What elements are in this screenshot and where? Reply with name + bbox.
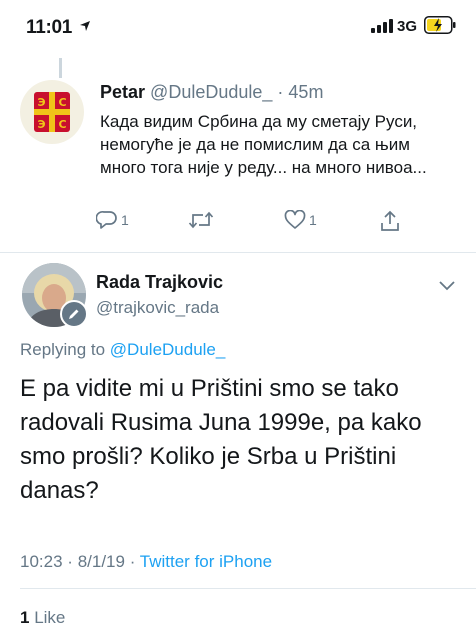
parent-tweet-text: Када видим Србина да му сметају Руси, не… [100,112,427,177]
pencil-icon [69,309,79,319]
svg-text:С: С [58,118,66,131]
status-bar: 11:01 3G [0,0,476,50]
svg-text:С: С [58,96,66,109]
reply-icon [96,210,117,229]
battery-charging-icon [424,16,456,34]
main-tweet-text: E pa vidite mi u Prištini smo se tako ra… [20,375,422,504]
share-icon [381,210,399,231]
author-name[interactable]: Rada Trajkovic [96,272,223,293]
reply-count: 1 [121,212,129,228]
tweet-source-link[interactable]: Twitter for iPhone [140,552,272,571]
serbian-cross-avatar-icon: Э С Э С [20,80,84,144]
replying-prefix: Replying to [20,340,106,359]
status-time: 11:01 [26,17,73,38]
reply-button[interactable]: 1 [96,210,129,230]
separator: · [277,82,284,102]
tweet-meta: 10:23 · 8/1/19 · Twitter for iPhone [20,552,272,572]
retweet-button[interactable] [188,210,214,230]
tweet-time: 45m [288,82,324,102]
like-count: 1 [309,212,317,228]
location-arrow-icon [80,21,90,31]
divider [0,252,476,253]
edit-badge [60,300,88,328]
thread-connector-line [59,58,62,78]
tweet-time: 10:23 [20,552,63,571]
share-button[interactable] [380,210,400,232]
likes-summary[interactable]: 1 Like [20,608,65,628]
likes-label: Like [34,608,66,627]
like-button[interactable]: 1 [284,210,317,230]
author-handle[interactable]: @trajkovic_rada [96,298,219,318]
author-handle[interactable]: @DuleDudule_ [150,82,272,102]
separator: · [67,552,73,571]
like-icon [284,210,306,229]
parent-tweet-actions: 1 1 [0,210,476,240]
network-type: 3G [397,18,418,35]
parent-tweet-header: Petar @DuleDudule_ · 45m [100,82,323,103]
author-name[interactable]: Petar [100,82,145,102]
svg-text:Э: Э [37,118,45,131]
divider [20,588,476,589]
retweet-icon [188,211,214,229]
tweet-date: 8/1/19 [77,552,125,571]
likes-count: 1 [20,608,30,627]
chevron-down-icon[interactable] [438,280,456,292]
avatar-petar[interactable]: Э С Э С [20,80,84,144]
replying-to-line: Replying to @DuleDudule_ [20,340,225,360]
replying-mention-link[interactable]: @DuleDudule_ [110,340,226,359]
cellular-signal-icon [371,19,393,33]
svg-text:Э: Э [37,96,45,109]
separator: · [129,552,136,571]
